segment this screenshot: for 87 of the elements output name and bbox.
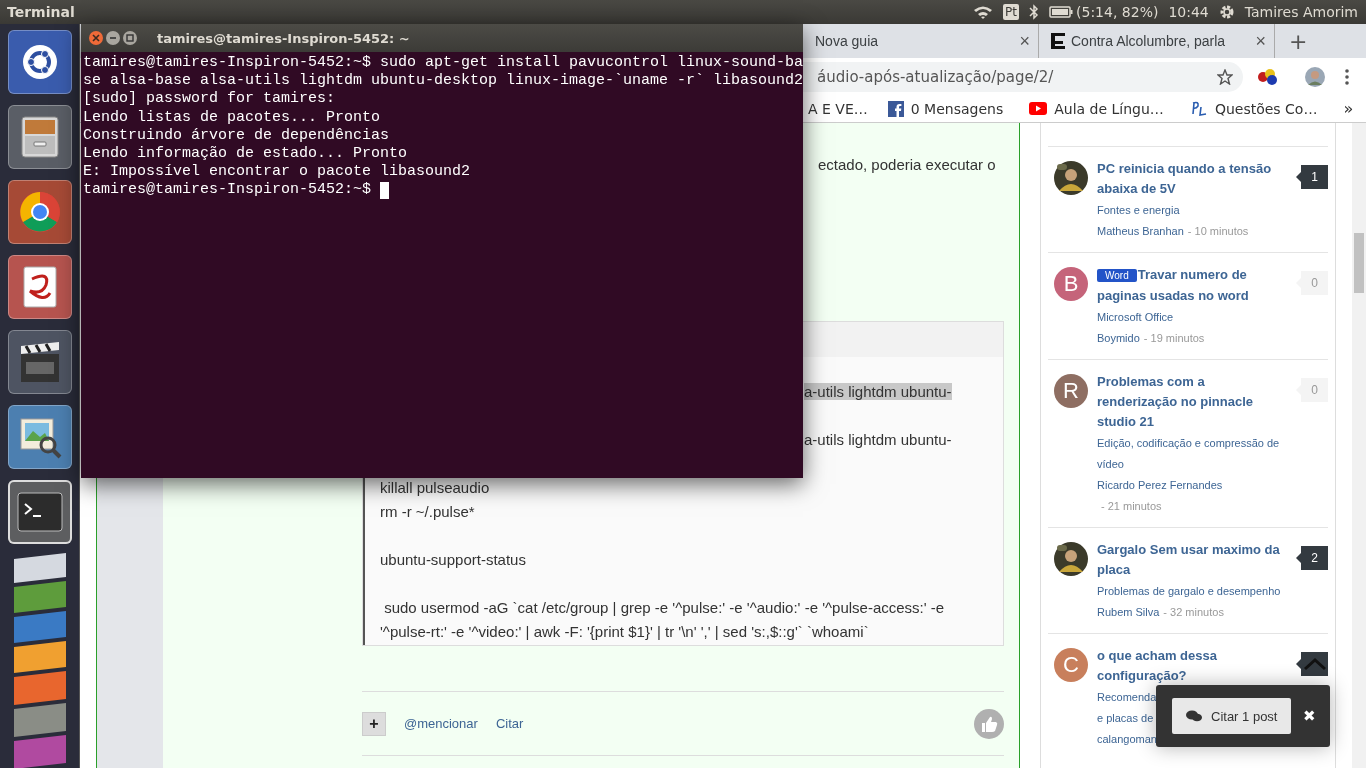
terminal-output-line: Lendo informação de estado... Pronto [83, 145, 409, 164]
comments-icon [1186, 710, 1202, 722]
topic-title-link[interactable]: Gargalo Sem usar maximo da placa [1097, 540, 1282, 580]
tab-title: Contra Alcolumbre, parla [1071, 33, 1227, 49]
topic-title-link[interactable]: Problemas com a renderização no pinnacle studio 21 [1097, 372, 1282, 432]
ubuntu-icon[interactable] [7, 30, 72, 94]
battery-icon[interactable] [1049, 6, 1074, 18]
category-link[interactable]: Fontes e energia [1097, 200, 1282, 221]
avatar[interactable]: B [1054, 267, 1088, 301]
author-link[interactable]: Matheus Branhan [1097, 225, 1184, 237]
scrollbar[interactable] [1352, 123, 1366, 768]
file-cabinet-icon[interactable] [7, 105, 72, 169]
category-link[interactable]: Edição, codificação e compressão de vídeo [1097, 433, 1282, 475]
pl-favicon-icon [1189, 100, 1208, 117]
browser-tab[interactable]: Contra Alcolumbre, parla × [1039, 24, 1275, 58]
author-link[interactable]: Ricardo Perez Fernandes [1097, 479, 1223, 491]
terminal-output-line: tamires@tamires-Inspiron-5452:~$ sudo apt-get install pavucontrol linux-sound-ba [83, 54, 803, 73]
bookmark[interactable]: Questões Co… [1189, 100, 1318, 117]
more-bookmarks-button[interactable]: » [1343, 99, 1354, 118]
keyboard-layout-indicator[interactable]: Pt [1003, 4, 1020, 20]
address-bar[interactable]: áudio-após-atualização/page/2/ [803, 61, 1243, 92]
terminal-output-line: se alsa-base alsa-utils lightdm ubuntu-desktop linux-image-`uname -r` libasound2 [83, 72, 803, 91]
code-line: rm -r ~/.pulse* [380, 503, 475, 520]
terminal-prompt: tamires@tamires-Inspiron-5452:~$ [83, 181, 372, 200]
user-name[interactable]: Tamires Amorim [1244, 4, 1358, 20]
category-link[interactable]: Microsoft Office [1097, 307, 1282, 328]
gear-icon[interactable] [1218, 4, 1235, 20]
post-text: ectado, poderia executar o [818, 156, 997, 173]
avatar[interactable]: R [1054, 374, 1088, 408]
tab-title: Nova guia [815, 33, 880, 49]
terminal-output-line: E: Impossível encontrar o pacote libasound2 [83, 163, 472, 182]
code-line: sudo usermod -aG `cat /etc/group | grep -e '^pulse:' -e '^audio:' -e '^pulse-access:' -e '^pulse-rt:' -e '^video:' | awk -F: '{print $1}' | tr '\n' ',' | sed 's:,$::g'` `whoami` [380, 599, 946, 640]
close-tab-button[interactable]: × [1255, 30, 1266, 52]
minimize-button[interactable] [106, 31, 120, 45]
author-link[interactable]: Rubem Silva [1097, 606, 1160, 618]
reply-count-badge: 2 [1296, 546, 1328, 570]
text-editor-icon[interactable] [7, 255, 72, 319]
text-cursor [380, 182, 390, 199]
quote-link[interactable]: Citar [495, 716, 524, 731]
window-title: tamires@tamires-Inspiron-5452: ~ [157, 30, 410, 46]
bookmark[interactable]: A E VE… [808, 100, 868, 117]
reply-count-badge: 1 [1296, 165, 1328, 189]
category-link[interactable]: Problemas de gargalo e desempenho [1097, 581, 1282, 602]
code-line: a-utils lightdm ubuntu- [804, 431, 952, 448]
bookmark[interactable]: 0 Mensagens [887, 100, 1004, 117]
terminal-icon[interactable] [7, 480, 72, 544]
author-link[interactable]: calangoman [1097, 733, 1157, 745]
code-line: killall pulseaudio [380, 479, 490, 496]
mention-link[interactable]: @mencionar [404, 716, 478, 731]
topic-title-link[interactable]: Word Travar numero de paginas usadas no word [1097, 265, 1282, 306]
close-button[interactable]: ✖ [1303, 707, 1317, 725]
reply-count-badge: 0 [1296, 378, 1328, 402]
post-time: - 21 minutos [1101, 499, 1162, 514]
terminal-output-line: Construindo árvore de dependências [83, 126, 391, 145]
bluetooth-icon[interactable] [1029, 4, 1040, 20]
reply-count-badge: 0 [1296, 271, 1328, 295]
author-link[interactable]: Boymido [1097, 332, 1140, 344]
topic-title-link[interactable]: PC reinicia quando a tensão abaixa de 5V [1097, 159, 1282, 199]
letter-e-favicon-icon [1051, 33, 1065, 49]
clapperboard-icon[interactable] [7, 330, 72, 394]
youtube-icon [1029, 102, 1048, 115]
battery-status[interactable]: (5:14, 82%) [1076, 4, 1159, 20]
clock[interactable]: 10:44 [1168, 4, 1209, 20]
app-title: Terminal [7, 4, 75, 20]
topic-title-link[interactable]: o que acham dessa configuração? [1097, 646, 1282, 686]
chrome-icon[interactable] [7, 180, 72, 244]
post-time: - 10 minutos [1187, 224, 1249, 239]
menu-icon[interactable] [1345, 68, 1349, 85]
code-line: ubuntu-support-status [380, 551, 526, 568]
close-button[interactable] [89, 31, 103, 45]
wifi-icon[interactable] [973, 5, 994, 19]
post-time: - 32 minutos [1163, 605, 1224, 620]
maximize-button[interactable] [123, 31, 137, 45]
terminal-output-line: [sudo] password for tamires: [83, 90, 337, 109]
bookmark-star-icon[interactable] [1217, 68, 1233, 85]
add-button[interactable]: + [362, 711, 386, 736]
tag: Word [1097, 269, 1137, 282]
extension-balls-icon[interactable] [1257, 67, 1279, 86]
bookmark[interactable]: Aula de Língu… [1029, 100, 1164, 117]
post-time: - 19 minutos [1143, 331, 1205, 346]
terminal-output-line: Lendo listas de pacotes... Pronto [83, 108, 382, 127]
quote-posts-button[interactable]: Citar 1 post [1172, 698, 1292, 734]
thumbs-up-icon[interactable] [974, 708, 1004, 739]
new-tab-button[interactable]: + [1289, 28, 1308, 54]
close-tab-button[interactable]: × [1019, 30, 1030, 52]
facebook-icon [887, 100, 904, 117]
image-viewer-icon[interactable] [7, 405, 72, 469]
